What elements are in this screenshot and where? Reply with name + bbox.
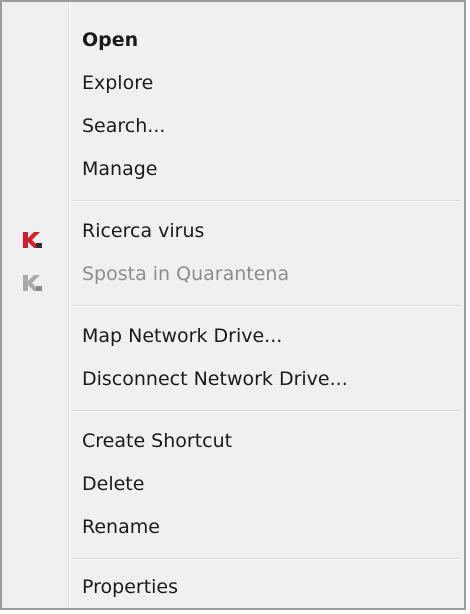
menu-item-label: Create Shortcut (82, 430, 233, 452)
menu-item-map-network-drive[interactable]: Map Network Drive... (2, 316, 464, 356)
menu-item-disconnect-network-drive[interactable]: Disconnect Network Drive... (2, 359, 464, 399)
kaspersky-icon (22, 223, 44, 248)
menu-item-label: Manage (82, 158, 158, 180)
menu-item-label: Map Network Drive... (82, 325, 283, 347)
menu-separator (72, 200, 460, 202)
kaspersky-disabled-icon (22, 266, 44, 291)
menu-separator (72, 558, 460, 560)
menu-item-label: Rename (82, 516, 160, 538)
menu-item-label: Disconnect Network Drive... (82, 368, 348, 390)
menu-item-label: Sposta in Quarantena (82, 263, 290, 285)
menu-item-create-shortcut[interactable]: Create Shortcut (2, 421, 464, 461)
menu-item-label: Properties (82, 576, 179, 598)
menu-item-explore[interactable]: Explore (2, 63, 464, 103)
menu-item-delete[interactable]: Delete (2, 464, 464, 504)
menu-item-sposta-in-quarantena[interactable]: Sposta in Quarantena (2, 254, 464, 294)
menu-item-search[interactable]: Search... (2, 106, 464, 146)
menu-separator (72, 410, 460, 412)
menu-item-open[interactable]: Open (2, 20, 464, 60)
menu-item-label: Search... (82, 115, 166, 137)
menu-item-rename[interactable]: Rename (2, 507, 464, 547)
menu-item-label: Open (82, 29, 139, 51)
context-menu: Open Explore Search... Manage Ricerca vi… (0, 0, 466, 610)
menu-item-ricerca-virus[interactable]: Ricerca virus (2, 211, 464, 251)
menu-item-label: Delete (82, 473, 145, 495)
menu-item-label: Explore (82, 72, 154, 94)
menu-separator (72, 305, 460, 307)
menu-item-label: Ricerca virus (82, 220, 205, 242)
menu-item-properties[interactable]: Properties (2, 567, 464, 607)
menu-item-manage[interactable]: Manage (2, 149, 464, 189)
